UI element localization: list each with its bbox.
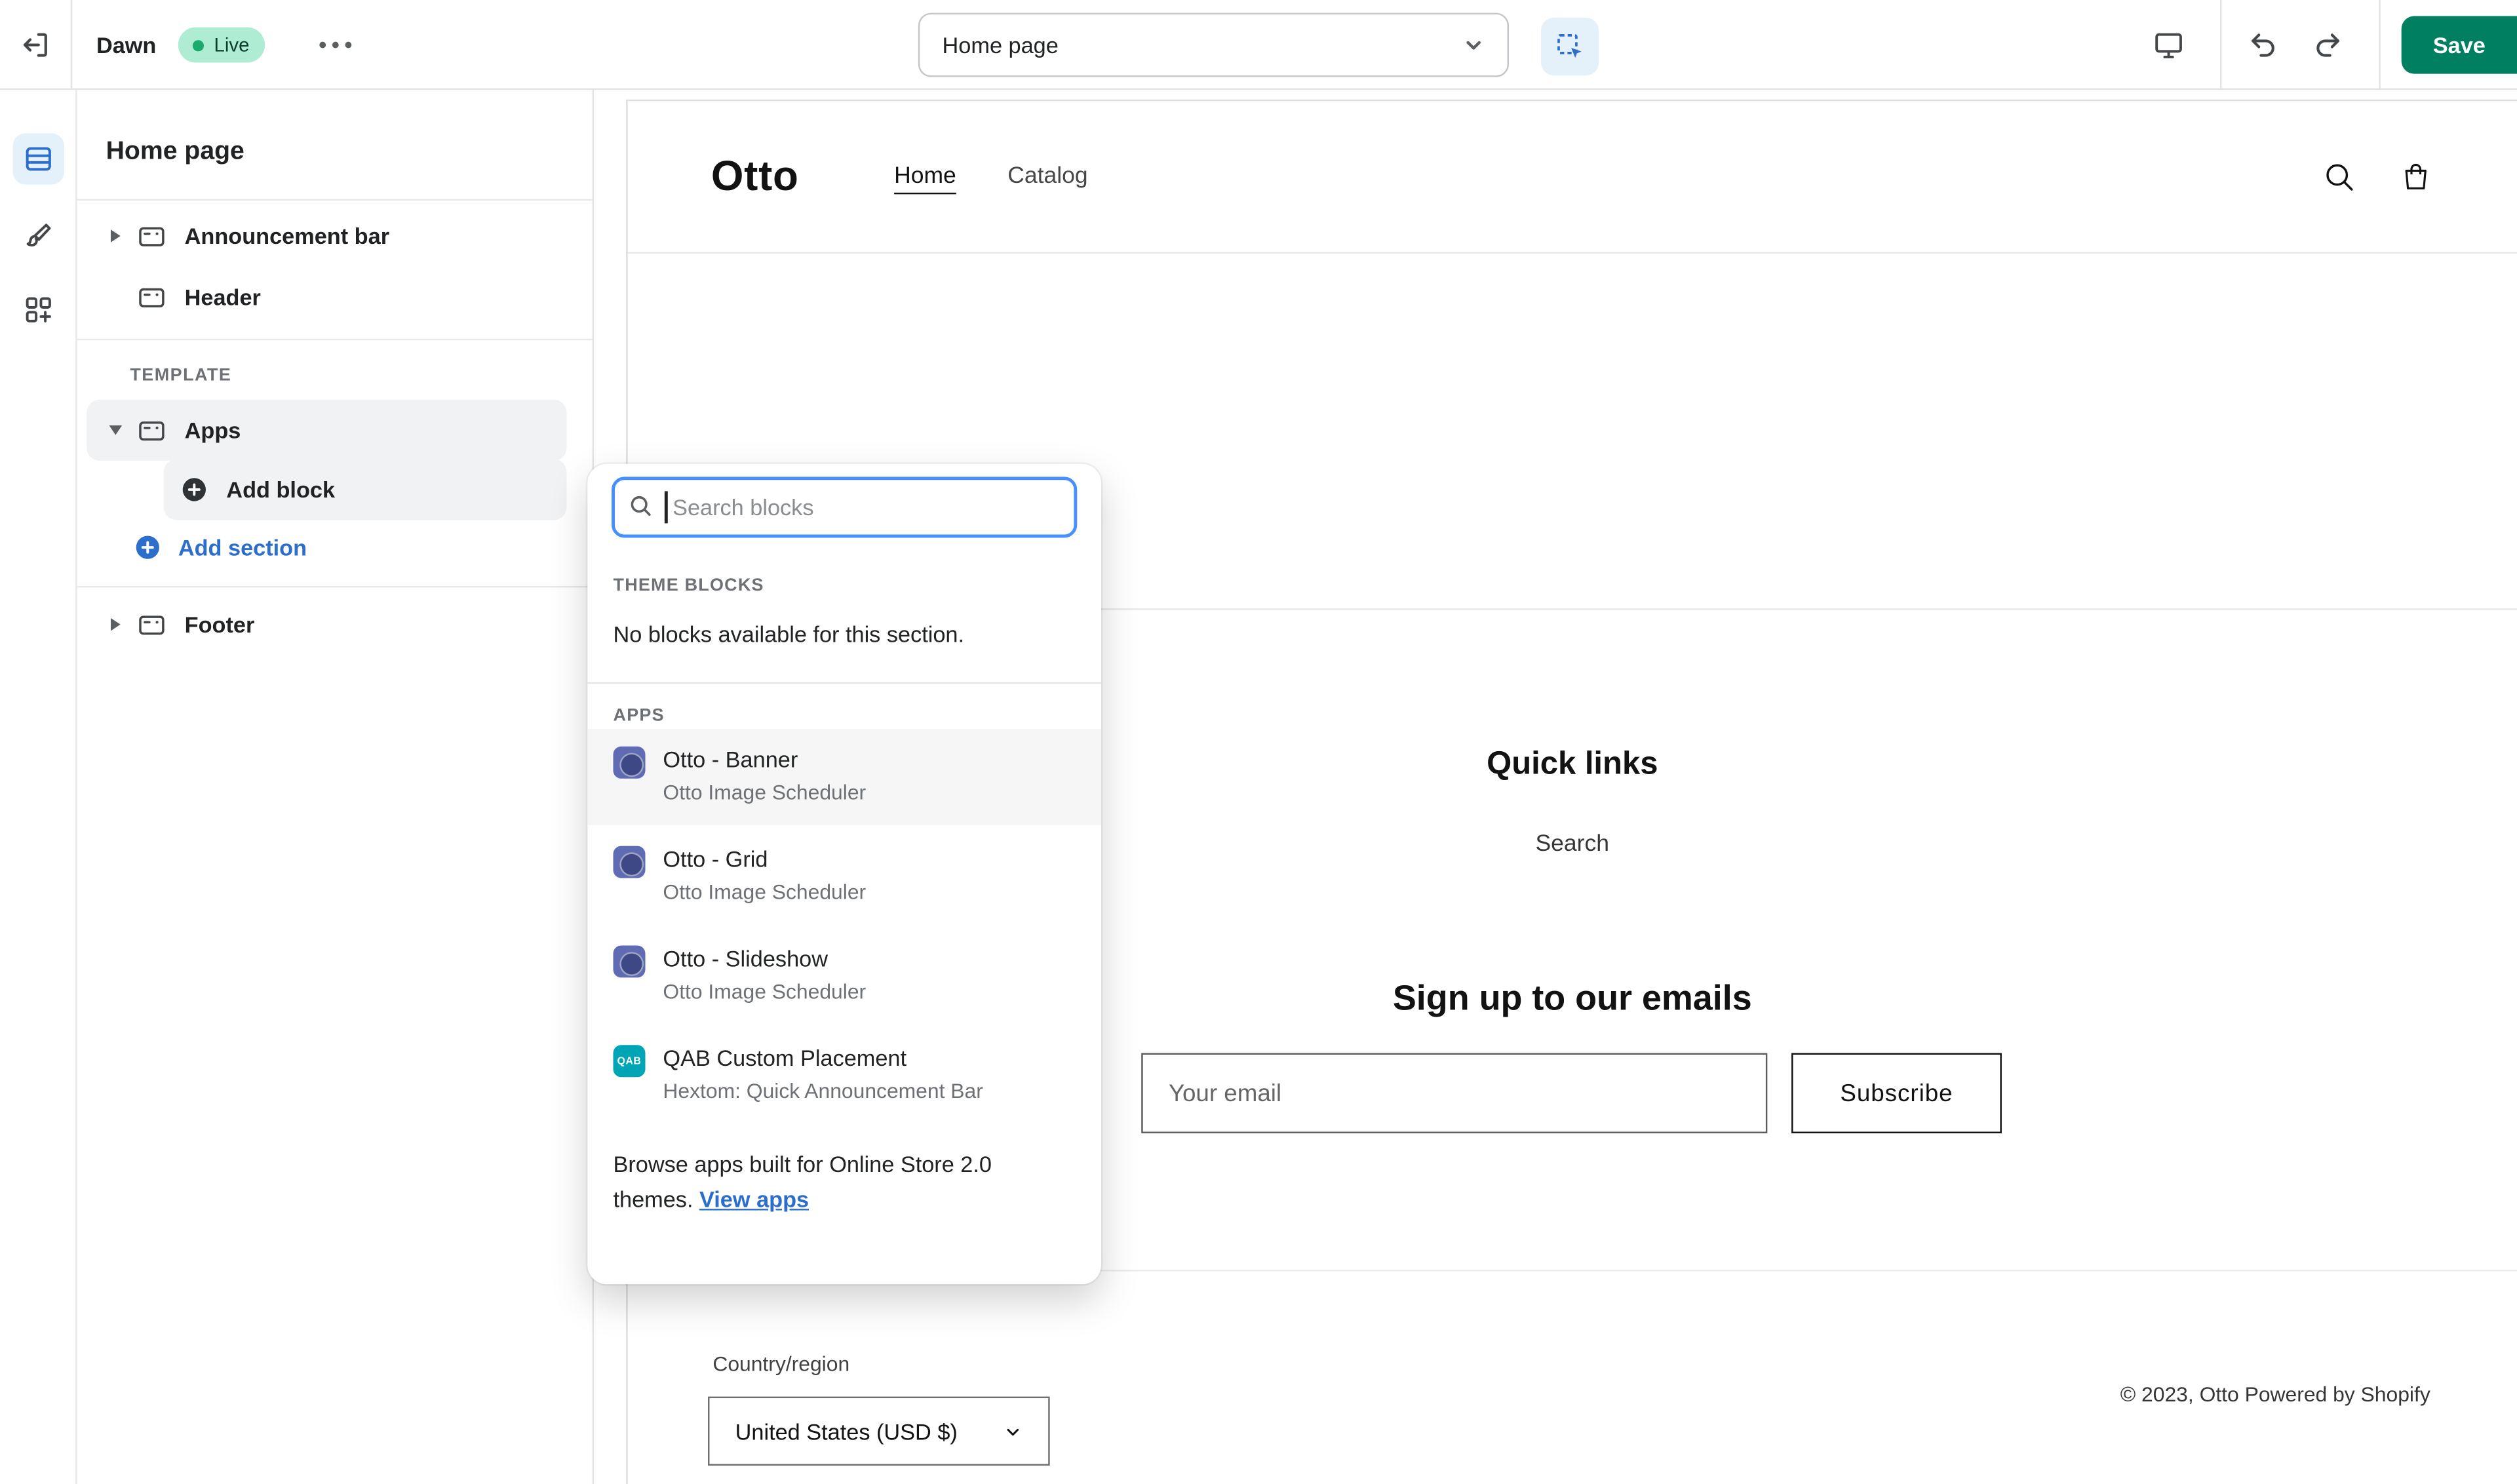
divider [77, 199, 593, 201]
otto-app-icon [613, 746, 646, 779]
app-block-title: QAB Custom Placement [663, 1045, 907, 1071]
redo-button[interactable] [2295, 16, 2360, 73]
store-cart-button[interactable] [2381, 142, 2451, 212]
page-selector-value: Home page [942, 31, 1059, 58]
theme-blocks-heading: THEME BLOCKS [613, 576, 764, 596]
app-block-qab-custom-placement[interactable]: QAB QAB Custom Placement Hextom: Quick A… [587, 1027, 1101, 1123]
undo-icon [2248, 29, 2280, 61]
search-icon [2321, 159, 2356, 194]
app-block-subtitle: Otto Image Scheduler [663, 880, 867, 904]
rail-app-embeds-tab[interactable] [13, 284, 64, 335]
redo-icon [2312, 29, 2344, 61]
search-blocks-input[interactable] [612, 477, 1078, 538]
more-options-button[interactable] [307, 29, 365, 61]
browse-apps-text: Browse apps built for Online Store 2.0 t… [613, 1150, 992, 1212]
rail-theme-settings-tab[interactable] [13, 210, 64, 262]
divider [77, 585, 593, 588]
chevron-down-icon [1462, 33, 1485, 56]
app-block-otto-grid[interactable]: Otto - Grid Otto Image Scheduler [587, 829, 1101, 925]
sidebar-item-apps[interactable]: Apps [87, 399, 567, 461]
sections-icon [22, 143, 54, 175]
country-selector[interactable]: United States (USD $) [708, 1396, 1050, 1466]
app-block-subtitle: Otto Image Scheduler [663, 979, 867, 1004]
device-preview-button[interactable] [2137, 16, 2201, 73]
add-section-button[interactable]: Add section [87, 517, 566, 578]
storefront-header-section: Otto Home Catalog [627, 101, 2517, 254]
app-block-otto-slideshow[interactable]: Otto - Slideshow Otto Image Scheduler [587, 928, 1101, 1025]
section-icon [136, 609, 167, 640]
app-embeds-icon [22, 294, 54, 326]
app-block-otto-banner[interactable]: Otto - Banner Otto Image Scheduler [587, 728, 1102, 825]
exit-editor-button[interactable] [0, 0, 73, 88]
country-region-label: Country/region [712, 1352, 850, 1376]
app-block-subtitle: Otto Image Scheduler [663, 780, 867, 804]
add-section-label: Add section [178, 534, 307, 560]
sidebar-page-title: Home page [106, 138, 244, 166]
live-dot-icon [193, 39, 205, 51]
sidebar-item-header[interactable]: Header [87, 267, 566, 328]
otto-app-icon [613, 846, 646, 878]
sections-sidebar: Home page Announcement bar Header TEMPLA… [77, 90, 595, 1484]
app-block-title: Otto - Banner [663, 746, 798, 772]
section-icon [136, 415, 167, 446]
topbar: Dawn Live Home page Save [0, 0, 2517, 90]
section-icon [136, 282, 167, 313]
divider [2219, 0, 2222, 90]
chevron-down-icon [1004, 1422, 1023, 1441]
collapse-chevron-icon[interactable] [106, 425, 125, 435]
divider [587, 682, 1102, 684]
sidebar-item-footer[interactable]: Footer [87, 594, 566, 655]
desktop-monitor-icon [2153, 29, 2185, 61]
nav-link-home[interactable]: Home [894, 164, 956, 189]
theme-name: Dawn [96, 31, 157, 58]
add-block-popover: THEME BLOCKS No blocks available for thi… [587, 463, 1102, 1285]
sidebar-item-label: Header [184, 284, 261, 310]
app-block-title: Otto - Slideshow [663, 945, 828, 971]
sidebar-item-label: Footer [184, 612, 255, 638]
no-blocks-message: No blocks available for this section. [613, 621, 965, 647]
store-nav: Home Catalog [894, 101, 1088, 252]
rail-sections-tab[interactable] [12, 133, 64, 185]
country-selector-value: United States (USD $) [735, 1418, 958, 1444]
divider [2379, 0, 2381, 90]
otto-app-icon [613, 945, 646, 978]
live-status-badge: Live [178, 27, 265, 63]
apps-heading: APPS [613, 706, 665, 726]
store-search-button[interactable] [2303, 142, 2374, 212]
expand-chevron-icon[interactable] [106, 617, 125, 631]
expand-chevron-icon[interactable] [106, 229, 125, 243]
add-block-label: Add block [226, 477, 336, 503]
search-icon [628, 493, 654, 518]
plus-circle-icon [180, 475, 208, 504]
subscribe-button[interactable]: Subscribe [1791, 1053, 2002, 1133]
template-heading: TEMPLATE [130, 366, 232, 385]
cart-bag-icon [2398, 159, 2434, 194]
save-button[interactable]: Save [2401, 16, 2517, 74]
add-block-button[interactable]: Add block [163, 459, 567, 520]
text-caret [664, 491, 667, 524]
qab-app-icon: QAB [613, 1045, 646, 1078]
editor-rail [0, 90, 77, 1484]
store-logo[interactable]: Otto [711, 151, 799, 201]
app-block-subtitle: Hextom: Quick Announcement Bar [663, 1078, 983, 1103]
divider [77, 338, 593, 341]
sidebar-item-label: Apps [184, 417, 241, 443]
inspect-section-button[interactable] [1541, 17, 1599, 76]
view-apps-link[interactable]: View apps [699, 1186, 809, 1212]
app-block-title: Otto - Grid [663, 846, 768, 872]
plus-circle-icon [133, 533, 162, 562]
sidebar-item-label: Announcement bar [184, 223, 390, 249]
paintbrush-icon [22, 220, 54, 252]
copyright-text: © 2023, Otto Powered by Shopify [2120, 1382, 2430, 1407]
email-input[interactable] [1141, 1053, 1768, 1133]
exit-icon [19, 28, 51, 60]
sidebar-item-announcement-bar[interactable]: Announcement bar [87, 205, 566, 266]
undo-button[interactable] [2231, 16, 2295, 73]
page-selector-dropdown[interactable]: Home page [918, 12, 1510, 77]
inspect-icon [1554, 31, 1586, 63]
nav-link-catalog[interactable]: Catalog [1007, 164, 1087, 189]
theme-editor: Dawn Live Home page Save Home page Annou… [0, 0, 2517, 1484]
section-icon [136, 221, 167, 252]
